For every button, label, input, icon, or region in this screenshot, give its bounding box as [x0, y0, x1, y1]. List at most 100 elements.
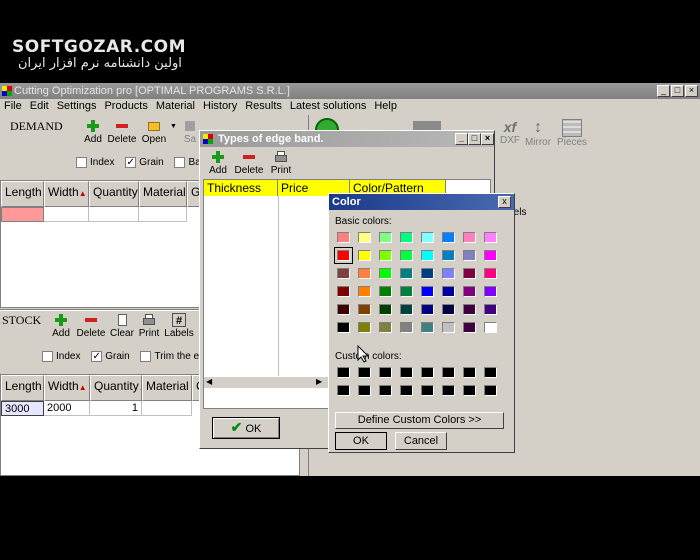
color-cancel-button[interactable]: Cancel: [395, 432, 447, 450]
stock-delete-button[interactable]: Delete: [75, 313, 107, 339]
basic-color-swatch[interactable]: [358, 304, 371, 315]
custom-color-swatch[interactable]: [358, 385, 371, 396]
close-button[interactable]: ×: [685, 85, 698, 97]
demand-cell[interactable]: [89, 207, 139, 222]
maximize-button[interactable]: □: [671, 85, 684, 97]
basic-color-swatch[interactable]: [400, 250, 413, 261]
color-dialog-close[interactable]: x: [498, 196, 511, 208]
menu-item[interactable]: Results: [245, 100, 282, 112]
basic-color-swatch[interactable]: [400, 232, 413, 243]
basic-color-swatch[interactable]: [379, 232, 392, 243]
stock-col-material[interactable]: Material: [142, 375, 192, 401]
stock-cell-quantity[interactable]: 1: [90, 401, 142, 416]
basic-color-swatch[interactable]: [463, 322, 476, 333]
basic-color-swatch[interactable]: [484, 304, 497, 315]
custom-color-swatch[interactable]: [484, 367, 497, 378]
basic-color-swatch[interactable]: [421, 250, 434, 261]
basic-color-swatch[interactable]: [337, 268, 350, 279]
stock-clear-button[interactable]: Clear: [108, 313, 136, 339]
basic-color-swatch[interactable]: [358, 250, 371, 261]
basic-color-swatch[interactable]: [442, 232, 455, 243]
basic-color-swatch[interactable]: [379, 250, 392, 261]
custom-color-swatch[interactable]: [400, 367, 413, 378]
scroll-right-icon[interactable]: ▶: [316, 377, 322, 386]
scroll-left-icon[interactable]: ◀: [206, 377, 212, 386]
basic-color-swatch[interactable]: [337, 232, 350, 243]
stock-add-button[interactable]: Add: [50, 313, 72, 339]
basic-color-swatch[interactable]: [400, 286, 413, 297]
custom-color-swatch[interactable]: [463, 385, 476, 396]
basic-color-swatch[interactable]: [379, 286, 392, 297]
basic-color-swatch[interactable]: [463, 268, 476, 279]
basic-color-swatch[interactable]: [442, 322, 455, 333]
custom-color-swatch[interactable]: [442, 367, 455, 378]
basic-color-swatch[interactable]: [379, 268, 392, 279]
basic-color-swatch[interactable]: [421, 286, 434, 297]
menu-item[interactable]: Latest solutions: [290, 100, 366, 112]
edge-ok-button[interactable]: ✔ OK: [212, 417, 280, 439]
basic-color-swatch[interactable]: [484, 322, 497, 333]
color-ok-button[interactable]: OK: [335, 432, 387, 450]
band-checkbox[interactable]: [174, 157, 186, 168]
define-custom-colors-button[interactable]: Define Custom Colors >>: [335, 412, 504, 429]
basic-color-swatch[interactable]: [358, 268, 371, 279]
basic-color-swatch[interactable]: [358, 286, 371, 297]
stock-col-width[interactable]: Width▲: [44, 375, 90, 401]
basic-color-swatch[interactable]: [442, 286, 455, 297]
edge-dialog-close[interactable]: ×: [481, 133, 494, 145]
basic-color-swatch[interactable]: [442, 250, 455, 261]
open-dropdown-icon[interactable]: ▼: [170, 123, 177, 130]
trim-checkbox[interactable]: [140, 351, 152, 362]
custom-color-swatch[interactable]: [337, 385, 350, 396]
custom-color-swatch[interactable]: [379, 367, 392, 378]
stock-col-quantity[interactable]: Quantity▲: [90, 375, 142, 401]
menu-item[interactable]: Help: [374, 100, 397, 112]
demand-active-cell[interactable]: [1, 207, 44, 222]
basic-color-swatch[interactable]: [484, 268, 497, 279]
demand-cell[interactable]: [44, 207, 89, 222]
demand-open-button[interactable]: Open: [140, 119, 168, 145]
stock-cell-width[interactable]: 2000: [44, 401, 90, 416]
index-checkbox[interactable]: [76, 157, 87, 168]
custom-color-swatch[interactable]: [337, 367, 350, 378]
basic-color-swatch[interactable]: [484, 232, 497, 243]
custom-color-swatch[interactable]: [484, 385, 497, 396]
demand-grid[interactable]: Length Width▲ Quantity Material G: [0, 180, 205, 308]
custom-color-swatch[interactable]: [442, 385, 455, 396]
stock-print-button[interactable]: Print: [136, 313, 162, 339]
menu-item[interactable]: File: [4, 100, 22, 112]
demand-col-quantity[interactable]: Quantity: [89, 181, 139, 207]
stock-grain-option[interactable]: ✓ Grain: [91, 351, 130, 362]
basic-color-swatch[interactable]: [463, 286, 476, 297]
grain-checkbox[interactable]: ✓: [125, 157, 137, 168]
basic-color-swatch[interactable]: [337, 304, 350, 315]
grain-checkbox[interactable]: ✓: [91, 351, 103, 362]
basic-color-swatch[interactable]: [379, 322, 392, 333]
demand-cell[interactable]: [139, 207, 187, 222]
basic-color-swatch[interactable]: [337, 322, 350, 333]
basic-color-swatch[interactable]: [400, 268, 413, 279]
menu-item[interactable]: History: [203, 100, 237, 112]
custom-color-swatch[interactable]: [463, 367, 476, 378]
basic-color-swatch[interactable]: [463, 304, 476, 315]
menu-item[interactable]: Material: [156, 100, 195, 112]
pieces-button[interactable]: Pieces: [555, 119, 589, 148]
menu-item[interactable]: Settings: [57, 100, 97, 112]
edge-dialog-maximize[interactable]: □: [468, 133, 481, 145]
demand-add-button[interactable]: Add: [80, 119, 106, 145]
basic-color-swatch[interactable]: [484, 286, 497, 297]
custom-color-swatch[interactable]: [400, 385, 413, 396]
custom-color-swatch[interactable]: [358, 367, 371, 378]
menu-item[interactable]: Edit: [30, 100, 49, 112]
custom-color-swatch[interactable]: [421, 367, 434, 378]
stock-cell-length[interactable]: 3000: [1, 401, 44, 416]
demand-index-option[interactable]: Index: [76, 157, 114, 168]
edge-add-button[interactable]: Add: [206, 150, 230, 176]
basic-color-swatch[interactable]: [379, 304, 392, 315]
basic-color-swatch[interactable]: [421, 322, 434, 333]
demand-delete-button[interactable]: Delete: [106, 119, 138, 145]
stock-col-length[interactable]: Length: [1, 375, 44, 401]
index-checkbox[interactable]: [42, 351, 53, 362]
demand-save-button[interactable]: Sa: [180, 119, 200, 145]
demand-grain-option[interactable]: ✓ Grain: [125, 157, 164, 168]
